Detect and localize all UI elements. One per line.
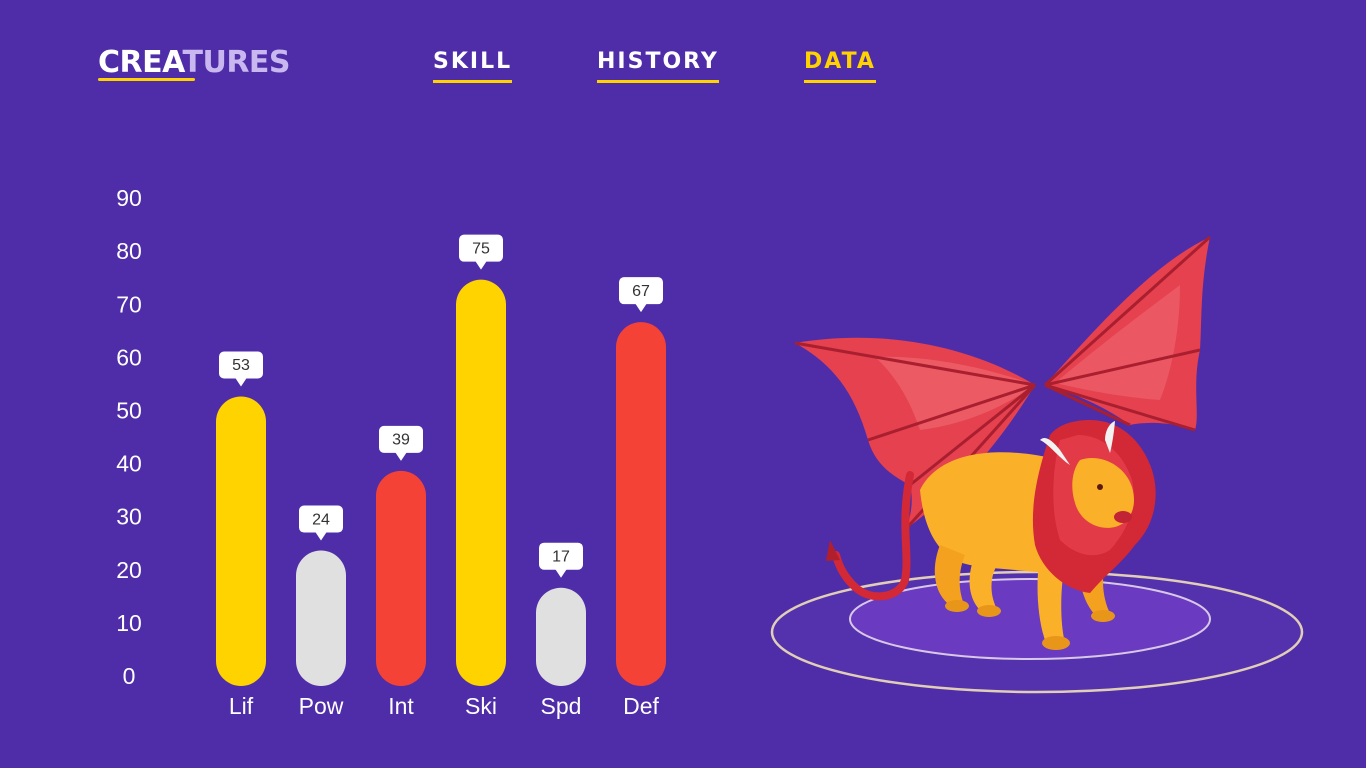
data-label-pointer — [395, 451, 407, 461]
y-tick-label: 30 — [116, 504, 142, 530]
data-label-pointer — [555, 568, 567, 578]
platform — [770, 570, 1304, 694]
data-labels-group: 53 24 39 75 17 67 — [219, 234, 663, 578]
category-label: Spd — [541, 693, 582, 719]
y-tick-label: 10 — [116, 610, 142, 636]
data-label-value: 39 — [392, 432, 410, 449]
winged-lion-illustration — [770, 235, 1304, 694]
category-label: Int — [388, 693, 414, 719]
y-tick-label: 0 — [123, 663, 136, 689]
y-axis: 0 10 20 30 40 50 60 70 80 90 — [116, 185, 142, 689]
data-label-int: 39 — [379, 425, 423, 461]
y-tick-label: 80 — [116, 238, 142, 264]
lion-head — [1032, 420, 1156, 593]
stats-bar-chart: 0 10 20 30 40 50 60 70 80 90 53 24 39 75 17 67 Lif Pow I… — [116, 185, 666, 719]
bar-lif — [216, 396, 266, 686]
data-label-value: 53 — [232, 357, 250, 374]
category-label: Def — [623, 693, 659, 719]
bar-spd — [536, 587, 586, 686]
y-tick-label: 90 — [116, 185, 142, 211]
data-label-lif: 53 — [219, 351, 263, 387]
data-label-ski: 75 — [459, 234, 503, 270]
y-tick-label: 20 — [116, 557, 142, 583]
category-label: Pow — [299, 693, 344, 719]
category-label: Lif — [229, 693, 254, 719]
data-label-pointer — [635, 303, 647, 313]
data-label-spd: 17 — [539, 542, 583, 578]
bar-ski — [456, 279, 506, 686]
data-label-value: 75 — [472, 240, 490, 257]
data-label-pow: 24 — [299, 505, 343, 541]
tail — [826, 471, 914, 601]
y-tick-label: 40 — [116, 451, 142, 477]
data-label-def: 67 — [619, 277, 663, 313]
bar-def — [616, 322, 666, 686]
data-label-pointer — [475, 260, 487, 270]
nav-tab-data[interactable]: DATA — [804, 48, 876, 83]
right-wing — [1043, 235, 1212, 432]
data-label-value: 24 — [312, 511, 330, 528]
y-tick-label: 50 — [116, 398, 142, 424]
creature-data-screen: CREATURES SKILL HISTORY DATA 0 10 20 30 40 50… — [0, 0, 1366, 768]
data-label-pointer — [315, 531, 327, 541]
bar-int — [376, 470, 426, 686]
y-tick-label: 60 — [116, 344, 142, 370]
bars-group — [216, 279, 666, 686]
bar-pow — [296, 550, 346, 686]
data-label-value: 17 — [552, 548, 570, 565]
data-label-value: 67 — [632, 283, 650, 300]
y-tick-label: 70 — [116, 291, 142, 317]
category-label: Ski — [465, 693, 497, 719]
data-label-pointer — [235, 377, 247, 387]
category-labels-group: Lif Pow Int Ski Spd Def — [229, 693, 660, 719]
